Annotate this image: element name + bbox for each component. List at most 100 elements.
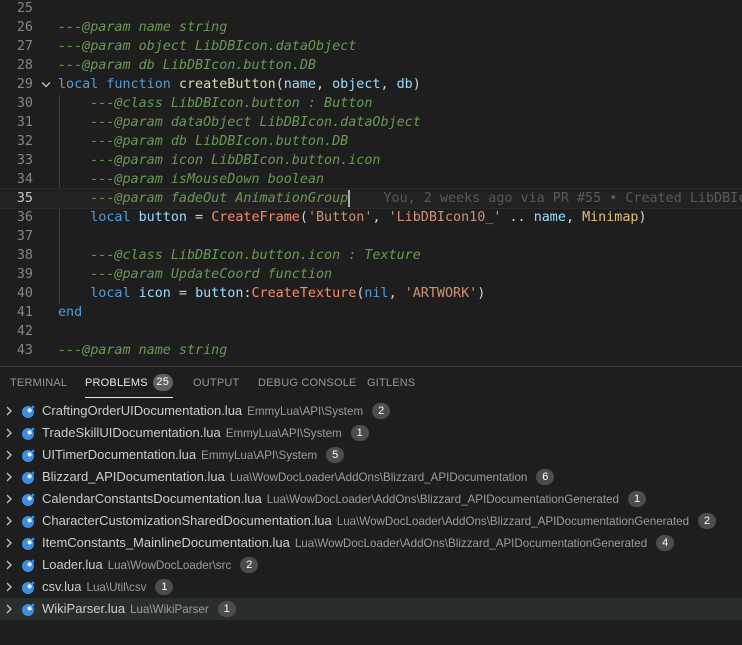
- code-token: name: [533, 210, 566, 225]
- chevron-right-icon[interactable]: [4, 444, 14, 466]
- code-line[interactable]: 43 ---@param name string: [0, 341, 742, 360]
- file-path: EmmyLua\API\System: [201, 449, 318, 462]
- problem-file-row[interactable]: WikiParser.lua Lua\WikiParser 1: [0, 598, 742, 620]
- code-token: local: [90, 210, 139, 225]
- code-line[interactable]: 40 local icon = button:CreateTexture(nil…: [0, 284, 742, 303]
- problem-row-text: WikiParser.lua Lua\WikiParser 1: [42, 598, 236, 621]
- code-token: ---@param dataObject LibDBIcon.dataObjec…: [90, 115, 421, 130]
- tab-debug-console[interactable]: DEBUG CONSOLE: [258, 367, 357, 400]
- lua-file-icon: [21, 448, 35, 462]
- line-number: 29: [16, 77, 33, 92]
- code-text: ---@param icon LibDBIcon.button.icon: [58, 151, 380, 170]
- code-line[interactable]: 26 ---@param name string: [0, 18, 742, 37]
- code-line[interactable]: 39 ---@param UpdateCoord function: [0, 265, 742, 284]
- problem-file-row[interactable]: ItemConstants_MainlineDocumentation.lua L…: [0, 532, 742, 554]
- code-token: 'LibDBIcon10_': [388, 210, 502, 225]
- line-number: 30: [16, 96, 33, 111]
- code-line[interactable]: 35 ---@param fadeOut AnimationGroup You,…: [0, 188, 742, 209]
- code-token: ): [412, 77, 421, 92]
- code-token: (: [299, 210, 308, 225]
- problem-file-row[interactable]: Blizzard_APIDocumentation.lua Lua\WowDocL…: [0, 466, 742, 488]
- code-editor[interactable]: 25 26 ---@param name string 27 ---@param obj…: [0, 0, 742, 366]
- chevron-right-icon[interactable]: [4, 576, 14, 598]
- code-line[interactable]: 30 ---@class LibDBIcon.button : Button: [0, 94, 742, 113]
- panel-tabs: TERMINAL PROBLEMS 25 OUTPUT DEBUG CONSOLE…: [0, 367, 742, 400]
- tab-gitlens[interactable]: GITLENS: [367, 367, 415, 400]
- problem-file-row[interactable]: CharacterCustomizationSharedDocumentatio…: [0, 510, 742, 532]
- chevron-right-icon[interactable]: [4, 488, 14, 510]
- code-line[interactable]: 42: [0, 322, 742, 341]
- code-line[interactable]: 27 ---@param object LibDBIcon.dataObject: [0, 37, 742, 56]
- problem-count-badge: 1: [217, 600, 236, 617]
- code-token: nil: [364, 286, 389, 301]
- code-line[interactable]: 25: [0, 0, 742, 18]
- chevron-right-icon[interactable]: [4, 422, 14, 444]
- line-number: 27: [16, 39, 33, 54]
- code-token: Minimap: [582, 210, 639, 225]
- line-number: 38: [16, 248, 33, 263]
- code-line[interactable]: 31 ---@param dataObject LibDBIcon.dataOb…: [0, 113, 742, 132]
- code-line[interactable]: 37: [0, 227, 742, 246]
- chevron-right-icon[interactable]: [4, 532, 14, 554]
- file-name: UITimerDocumentation.lua: [42, 447, 197, 462]
- problem-file-row[interactable]: csv.lua Lua\Util\csv 1: [0, 576, 742, 598]
- code-token: ,: [316, 77, 333, 92]
- problem-count-badge: 4: [656, 534, 675, 551]
- lua-file-icon: [21, 558, 35, 572]
- code-text: ---@param name string: [58, 18, 227, 37]
- code-line[interactable]: 38 ---@class LibDBIcon.button.icon : Tex…: [0, 246, 742, 265]
- tab-problems[interactable]: PROBLEMS 25: [85, 367, 173, 400]
- code-token: icon: [138, 286, 171, 301]
- chevron-right-icon[interactable]: [4, 510, 14, 532]
- code-line[interactable]: 32 ---@param db LibDBIcon.button.DB: [0, 132, 742, 151]
- chevron-down-icon[interactable]: [40, 75, 52, 94]
- file-path: Lua\WowDocLoader\src: [107, 559, 232, 572]
- code-token: ,: [380, 77, 397, 92]
- problem-row-text: Loader.lua Lua\WowDocLoader\src 2: [42, 554, 259, 577]
- code-line[interactable]: 36 local button = CreateFrame('Button', …: [0, 208, 742, 227]
- code-token: ---@class LibDBIcon.button : Button: [90, 96, 373, 111]
- chevron-right-icon[interactable]: [4, 400, 14, 422]
- code-line[interactable]: 28 ---@param db LibDBIcon.button.DB: [0, 56, 742, 75]
- problem-count-badge: 6: [536, 468, 555, 485]
- git-blame-annotation: You, 2 weeks ago via PR #55 • Created Li…: [383, 191, 742, 206]
- line-number: 35: [16, 191, 33, 206]
- problem-file-row[interactable]: UITimerDocumentation.lua EmmyLua\API\Syst…: [0, 444, 742, 466]
- lua-file-icon: [21, 580, 35, 594]
- problem-file-row[interactable]: CraftingOrderUIDocumentation.lua EmmyLua\…: [0, 400, 742, 422]
- problem-file-row[interactable]: CalendarConstantsDocumentation.lua Lua\Wo…: [0, 488, 742, 510]
- problem-row-text: UITimerDocumentation.lua EmmyLua\API\Syst…: [42, 444, 345, 467]
- code-text: ---@param name string: [58, 341, 227, 360]
- chevron-right-icon[interactable]: [4, 554, 14, 576]
- code-token: ---@param name string: [58, 343, 228, 358]
- file-name: WikiParser.lua: [42, 601, 126, 616]
- code-token: CreateTexture: [251, 286, 357, 301]
- line-number: 36: [16, 210, 33, 225]
- chevron-right-icon[interactable]: [4, 466, 14, 488]
- code-line[interactable]: 41 end: [0, 303, 742, 322]
- tab-terminal[interactable]: TERMINAL: [10, 367, 67, 400]
- problem-file-row[interactable]: Loader.lua Lua\WowDocLoader\src 2: [0, 554, 742, 576]
- code-token: ,: [372, 210, 389, 225]
- file-path: Lua\Util\csv: [86, 581, 147, 594]
- file-name: CraftingOrderUIDocumentation.lua: [42, 403, 243, 418]
- code-token: db: [396, 77, 413, 92]
- code-token: function: [106, 77, 179, 92]
- tab-label: OUTPUT: [193, 377, 240, 389]
- tab-output[interactable]: OUTPUT: [193, 367, 239, 400]
- chevron-right-icon[interactable]: [4, 598, 14, 620]
- problem-file-row[interactable]: TradeSkillUIDocumentation.lua EmmyLua\API…: [0, 422, 742, 444]
- file-path: Lua\WowDocLoader\AddOns\Blizzard_APIDocu…: [229, 471, 528, 484]
- code-line[interactable]: 29 local function createButton(name, obje…: [0, 75, 742, 94]
- code-line[interactable]: 34 ---@param isMouseDown boolean: [0, 170, 742, 189]
- code-line[interactable]: 33 ---@param icon LibDBIcon.button.icon: [0, 151, 742, 170]
- line-number: 37: [16, 229, 33, 244]
- code-token: =: [187, 210, 212, 225]
